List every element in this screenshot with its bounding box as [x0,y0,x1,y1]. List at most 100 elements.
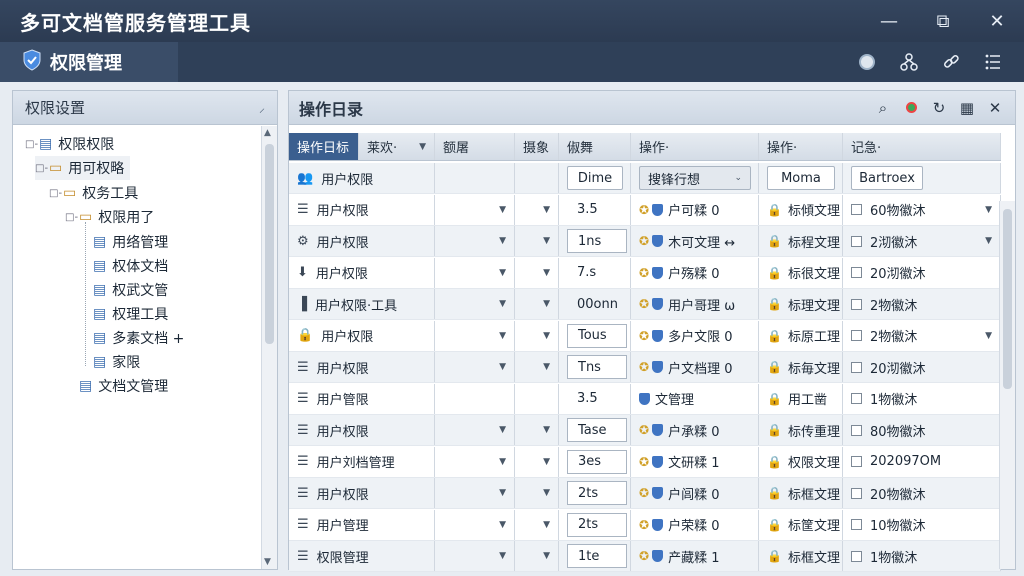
value-combo[interactable]: Tous [567,323,627,348]
row-dropdown-cell[interactable]: ▼ [435,320,515,351]
value-combo[interactable]: Tns [567,355,627,379]
column-header[interactable]: 摄象 [515,133,559,160]
chevron-down-icon[interactable]: ▼ [543,520,550,530]
row-checkbox[interactable] [851,456,862,467]
maximize-button[interactable]: ⧉ [916,0,970,42]
row-dropdown-cell[interactable]: ▼ [435,541,515,571]
value-combo[interactable]: 1te [567,544,627,568]
close-button[interactable]: ✕ [970,0,1024,42]
chevron-down-icon[interactable]: ▼ [499,425,506,435]
chevron-down-icon[interactable]: ▼ [499,268,506,278]
table-row[interactable]: ⬇ 用户权限 ▼ ▼ 7.s ✪ 户殇糅 0 🔒 标很文理 20沏徽沐 [289,257,1001,289]
expand-toggle-icon[interactable]: □- [25,139,38,150]
row-dropdown-cell[interactable]: ▼ [435,509,515,540]
row-checkbox[interactable] [851,330,862,341]
row-dropdown-cell[interactable]: ▼ [435,257,515,288]
row-checkbox[interactable] [851,204,862,215]
tree-node[interactable]: □- ▭ 用可权略 [35,156,131,180]
chevron-down-icon[interactable]: ▼ [543,299,550,309]
minimize-button[interactable]: — [862,0,916,42]
row-dropdown-cell[interactable]: ▼ [515,257,559,288]
grid-icon[interactable]: ▦ [953,99,981,117]
table-row[interactable]: 🔒 用户权限 ▼ ▼ Tous ✪ 多户文限 0 🔒 标原工理 2物徽沐 ▼ [289,320,1001,352]
row-checkbox[interactable] [851,361,862,373]
chevron-down-icon[interactable]: ▼ [543,457,550,467]
tree-node[interactable]: □- ▭ 权限用了 [65,205,154,229]
row-checkbox[interactable] [851,519,862,530]
scroll-up-icon[interactable]: ▲ [264,128,271,138]
row-dropdown-cell[interactable]: ▼ [515,478,559,508]
chevron-down-icon[interactable]: ▼ [543,205,550,215]
scroll-thumb[interactable] [265,144,274,344]
status-dot-icon[interactable] [897,99,925,117]
row-dropdown-cell[interactable]: ▼ [515,446,559,477]
chevron-down-icon[interactable]: ⌄ [734,173,742,183]
refresh-icon[interactable]: ↻ [925,99,953,117]
column-header[interactable]: 额屠 [435,133,515,160]
chevron-down-icon[interactable]: ▼ [499,362,506,372]
tree-node[interactable]: □- ▭ 权务工具 [49,181,138,205]
row-dropdown-cell[interactable]: ▼ [435,478,515,508]
table-row[interactable]: ▐ 用户权限·工具 ▼ ▼ 00onn ✪ 用户哥理 ω 🔒 标理文理 2物徽沐 [289,289,1001,320]
row-checkbox[interactable] [851,550,862,562]
chevron-down-icon[interactable]: ▼ [543,236,550,246]
chevron-down-icon[interactable]: ▼ [543,488,550,498]
chevron-down-icon[interactable]: ▼ [985,236,992,246]
value-combo[interactable]: 3es [567,449,627,474]
tree-node[interactable]: ▤ 权体文档 [93,254,168,278]
filter-button-dime[interactable]: Dime [567,166,623,190]
row-dropdown-cell[interactable]: ▼ [515,509,559,540]
row-checkbox[interactable] [851,424,862,436]
table-row[interactable]: ☰ 用户管限 3.5 文管理 🔒 用工凿 1物徽沐 [289,383,1001,415]
row-dropdown-cell[interactable]: ▼ [515,226,559,256]
chevron-down-icon[interactable]: ▼ [985,331,992,341]
row-dropdown-cell[interactable] [515,383,559,414]
row-dropdown-cell[interactable]: ▼ [515,320,559,351]
filter-button-moma[interactable]: Moma [767,166,835,190]
row-dropdown-cell[interactable]: ▼ [435,226,515,256]
chevron-down-icon[interactable]: ▼ [985,205,992,215]
row-dropdown-cell[interactable]: ▼ [435,289,515,319]
close-icon[interactable]: ✕ [981,99,1009,117]
row-dropdown-cell[interactable]: ▼ [515,194,559,225]
expand-toggle-icon[interactable]: □- [35,163,48,174]
chevron-down-icon[interactable]: ▼ [499,205,506,215]
chevron-down-icon[interactable]: ▼ [499,551,506,561]
search-icon[interactable]: ⌕ [869,99,897,117]
column-header[interactable]: 操作日标 [289,133,359,160]
column-header[interactable]: 操作· [759,133,843,160]
tree-scrollbar[interactable]: ▲ ▼ [261,126,277,569]
chevron-down-icon[interactable]: ▼ [543,362,550,372]
tree-node[interactable]: ▤ 多素文档 + [93,326,184,350]
row-dropdown-cell[interactable]: ▼ [515,352,559,382]
column-header[interactable]: 莱欢· ▼ [359,133,435,160]
pin-icon[interactable]: ⸝ [259,99,265,116]
filter-dropdown[interactable]: 搜锋行想 ⌄ [639,166,751,190]
table-row[interactable]: ☰ 用户权限 ▼ ▼ Tns ✪ 户文档理 0 🔒 标毎文理 20沏徽沐 [289,352,1001,383]
chevron-down-icon[interactable]: ▼ [499,299,506,309]
chevron-down-icon[interactable]: ▼ [543,425,550,435]
row-checkbox[interactable] [851,267,862,278]
expand-toggle-icon[interactable]: □- [49,188,62,199]
grid-scrollbar[interactable] [999,201,1015,569]
sort-caret-icon[interactable]: ▼ [419,142,426,152]
chevron-down-icon[interactable]: ▼ [499,488,506,498]
table-row[interactable]: ☰ 用户管理 ▼ ▼ 2ts ✪ 户荣糅 0 🔒 标筐文理 10物徽沐 [289,509,1001,541]
value-combo[interactable]: 1ns [567,229,627,253]
row-checkbox[interactable] [851,235,862,247]
tree-node[interactable]: ▤ 家限 [93,350,140,374]
table-row[interactable]: ☰ 用户权限 ▼ ▼ Tase ✪ 户承糅 0 🔒 标传重理 80物徽沐 [289,415,1001,446]
row-dropdown-cell[interactable]: ▼ [515,415,559,445]
row-dropdown-cell[interactable]: ▼ [435,352,515,382]
table-row[interactable]: ☰ 用户权限 ▼ ▼ 3.5 ✪ 户可糅 0 🔒 标傾文理 60物徽沐 ▼ [289,194,1001,226]
chevron-down-icon[interactable]: ▼ [543,551,550,561]
expand-toggle-icon[interactable]: □- [65,212,78,223]
table-row[interactable]: ☰ 权限管理 ▼ ▼ 1te ✪ 产藏糅 1 🔒 标框文理 1物徽沐 [289,541,1001,572]
chevron-down-icon[interactable]: ▼ [499,520,506,530]
row-checkbox[interactable] [851,298,862,310]
row-dropdown-cell[interactable]: ▼ [515,289,559,319]
module-tab[interactable]: 权限管理 [0,42,178,82]
status-icon[interactable] [846,42,888,82]
chevron-down-icon[interactable]: ▼ [543,268,550,278]
row-dropdown-cell[interactable]: ▼ [515,541,559,571]
